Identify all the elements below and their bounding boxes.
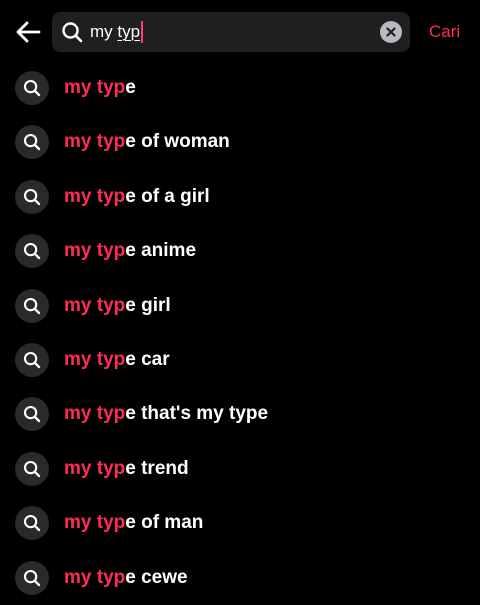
search-value-typed: typ (117, 22, 141, 41)
suggestion-icon-circle (15, 506, 49, 541)
search-submit-button[interactable]: Cari (429, 0, 460, 64)
suggestion-match-text: my typ (64, 512, 126, 534)
search-icon (23, 243, 41, 260)
suggestion-icon-circle (15, 451, 49, 486)
suggestion-rest-text: e anime (125, 240, 197, 262)
search-icon (62, 22, 83, 43)
suggestion-item[interactable]: my type anime (0, 224, 480, 278)
search-icon (23, 406, 41, 423)
suggestion-label: my type car (64, 333, 170, 387)
search-icon (23, 188, 41, 205)
suggestion-label: my type of man (64, 496, 203, 550)
suggestion-item[interactable]: my type cewe (0, 551, 480, 605)
text-caret (141, 20, 144, 43)
suggestion-label: my type of woman (64, 115, 230, 169)
suggestion-label: my type that's my type (64, 387, 268, 441)
clear-x-icon (386, 27, 396, 37)
suggestion-rest-text: e (125, 77, 136, 98)
suggestion-match-text: my typ (64, 403, 126, 425)
search-value-prefix: my (90, 22, 118, 41)
suggestion-rest-text: e of woman (125, 131, 230, 153)
suggestion-match-text: my typ (64, 566, 126, 588)
search-input-value[interactable]: my typ (90, 12, 144, 52)
search-input[interactable]: my typ (52, 12, 410, 52)
suggestion-label: my type anime (64, 224, 196, 278)
suggestion-item[interactable]: my type trend (0, 442, 480, 496)
suggestion-icon-circle (15, 560, 49, 595)
suggestion-icon-circle (15, 342, 49, 377)
suggestion-match-text: my typ (64, 294, 126, 316)
suggestion-rest-text: e of man (125, 512, 204, 534)
clear-search-button[interactable] (380, 21, 402, 43)
suggestion-icon-circle (15, 234, 49, 269)
suggestion-match-text: my typ (64, 348, 126, 370)
suggestion-match-text: my typ (64, 131, 126, 153)
suggestion-label: my type (64, 61, 136, 115)
search-header: my typ Cari (0, 0, 480, 64)
back-button[interactable] (10, 14, 46, 50)
suggestion-item[interactable]: my type (0, 61, 480, 115)
suggestion-item[interactable]: my type of woman (0, 115, 480, 169)
suggestion-item[interactable]: my type of a girl (0, 170, 480, 224)
suggestion-match-text: my typ (64, 77, 126, 98)
suggestion-rest-text: e that's my type (125, 403, 269, 425)
suggestion-label: my type of a girl (64, 170, 210, 224)
search-icon (23, 351, 41, 369)
suggestion-icon-circle (15, 125, 49, 160)
suggestion-label: my type trend (64, 442, 189, 496)
suggestion-match-text: my typ (64, 240, 126, 262)
suggestion-rest-text: e car (125, 348, 170, 370)
suggestion-item[interactable]: my type that's my type (0, 387, 480, 441)
search-icon (23, 460, 41, 477)
suggestion-rest-text: e cewe (125, 566, 188, 588)
suggestion-icon-circle (15, 71, 49, 105)
search-icon (23, 134, 41, 151)
suggestion-list: my type my type of woman my type of a gi… (0, 61, 480, 605)
suggestion-icon-circle (15, 288, 49, 323)
suggestion-rest-text: e of a girl (125, 185, 210, 207)
suggestion-item[interactable]: my type of man (0, 496, 480, 550)
search-icon (23, 79, 41, 97)
suggestion-icon-circle (15, 397, 49, 432)
search-icon (23, 515, 41, 532)
suggestion-label: my type cewe (64, 551, 188, 605)
suggestion-rest-text: e girl (125, 294, 171, 316)
search-icon (23, 569, 41, 586)
arrow-left-icon (16, 21, 41, 43)
suggestion-match-text: my typ (64, 185, 126, 207)
search-icon (23, 297, 41, 314)
suggestion-match-text: my typ (64, 457, 126, 479)
suggestion-icon-circle (15, 179, 49, 214)
suggestion-label: my type girl (64, 279, 171, 333)
suggestion-rest-text: e trend (125, 457, 189, 479)
suggestion-item[interactable]: my type girl (0, 279, 480, 333)
suggestion-item[interactable]: my type car (0, 333, 480, 387)
